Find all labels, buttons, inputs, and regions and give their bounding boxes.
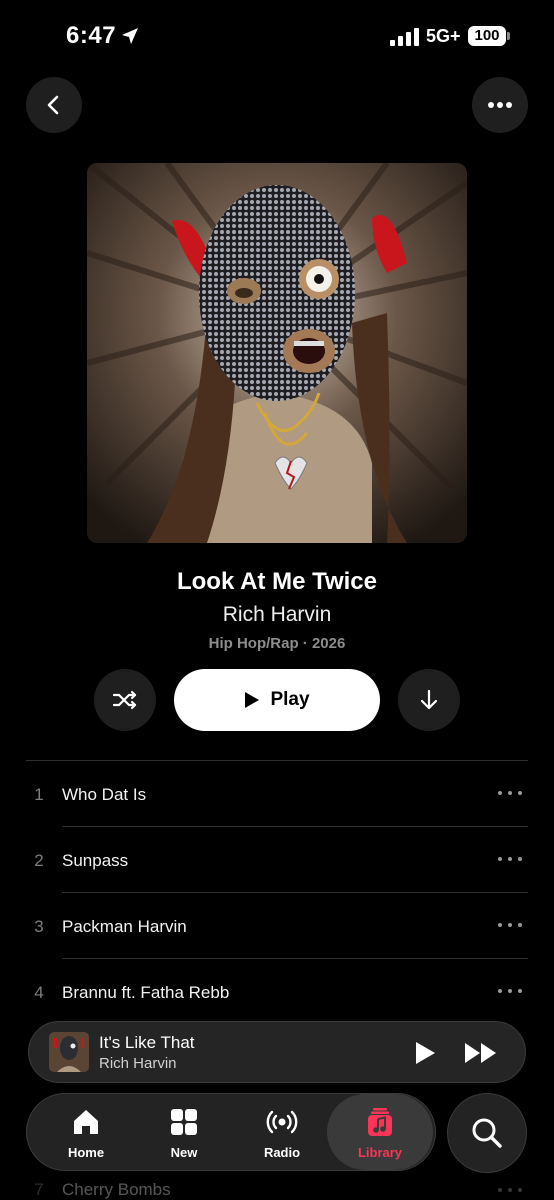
now-playing-title: It's Like That [99, 1033, 195, 1052]
tab-new[interactable]: New [135, 1094, 233, 1170]
download-button[interactable] [398, 669, 460, 731]
track-number: 4 [34, 983, 44, 1002]
search-icon [472, 1118, 502, 1148]
track-number: 2 [34, 851, 44, 870]
status-bar: 6:47 5G+ 100 [0, 0, 554, 70]
track-more-button[interactable] [498, 1180, 522, 1200]
radio-icon [266, 1110, 298, 1134]
battery-nub [507, 32, 510, 40]
play-icon [245, 692, 260, 708]
play-button[interactable]: Play [174, 669, 380, 731]
chevron-left-icon [47, 95, 59, 115]
tab-radio[interactable]: Radio [233, 1094, 331, 1170]
status-time: 6:47 [66, 22, 117, 49]
album-meta: Hip Hop/Rap · 2026 [208, 635, 346, 652]
track-title: Who Dat Is [62, 785, 147, 804]
ellipsis-icon [488, 102, 512, 108]
mini-play-button[interactable] [413, 1040, 437, 1066]
tab-label: Library [357, 1145, 403, 1160]
mini-player[interactable]: It's Like That Rich Harvin [28, 1021, 526, 1083]
track-row[interactable]: 3 Packman Harvin [26, 893, 528, 959]
fast-forward-button[interactable] [463, 1041, 499, 1065]
tab-label: New [170, 1145, 198, 1160]
tab-home[interactable]: Home [37, 1094, 135, 1170]
arrow-down-icon [420, 689, 438, 710]
artist-name[interactable]: Rich Harvin [0, 603, 554, 627]
track-row[interactable]: 2 Sunpass [26, 827, 528, 893]
track-title: Cherry Bombs [62, 1180, 171, 1199]
album-title: Look At Me Twice [176, 568, 377, 595]
search-button[interactable] [447, 1093, 527, 1173]
track-more-button[interactable] [498, 783, 522, 803]
track-number: 7 [34, 1180, 44, 1199]
now-playing-artist: Rich Harvin [99, 1055, 177, 1072]
more-options-button[interactable] [472, 77, 528, 133]
track-title: Sunpass [62, 851, 129, 870]
tab-library[interactable]: Library [327, 1094, 433, 1170]
track-more-button[interactable] [498, 981, 522, 1001]
track-number: 3 [34, 917, 44, 936]
tab-label: Radio [263, 1145, 301, 1160]
track-more-button[interactable] [498, 915, 522, 935]
battery-icon: 100 [468, 26, 506, 46]
now-playing-artwork [49, 1032, 89, 1072]
track-row[interactable]: 1 Who Dat Is [26, 761, 528, 827]
back-button[interactable] [26, 77, 82, 133]
shuffle-icon [112, 690, 137, 710]
home-icon [74, 1110, 98, 1134]
signal-bars-icon [390, 28, 420, 46]
tab-bar: Home New Radio Library [26, 1093, 436, 1171]
play-label: Play [270, 689, 310, 710]
shuffle-button[interactable] [94, 669, 156, 731]
track-title: Brannu ft. Fatha Rebb [62, 983, 230, 1002]
library-icon [368, 1108, 392, 1136]
network-type: 5G+ [426, 26, 461, 46]
track-title: Packman Harvin [62, 917, 187, 936]
tab-label: Home [67, 1145, 105, 1160]
track-row[interactable]: 7 Cherry Bombs [26, 1176, 528, 1200]
track-row[interactable]: 4 Brannu ft. Fatha Rebb [26, 959, 528, 1025]
location-arrow-icon [122, 28, 138, 44]
track-more-button[interactable] [498, 849, 522, 869]
track-number: 1 [34, 785, 44, 804]
album-artwork [87, 163, 467, 543]
grid-icon [171, 1109, 197, 1135]
